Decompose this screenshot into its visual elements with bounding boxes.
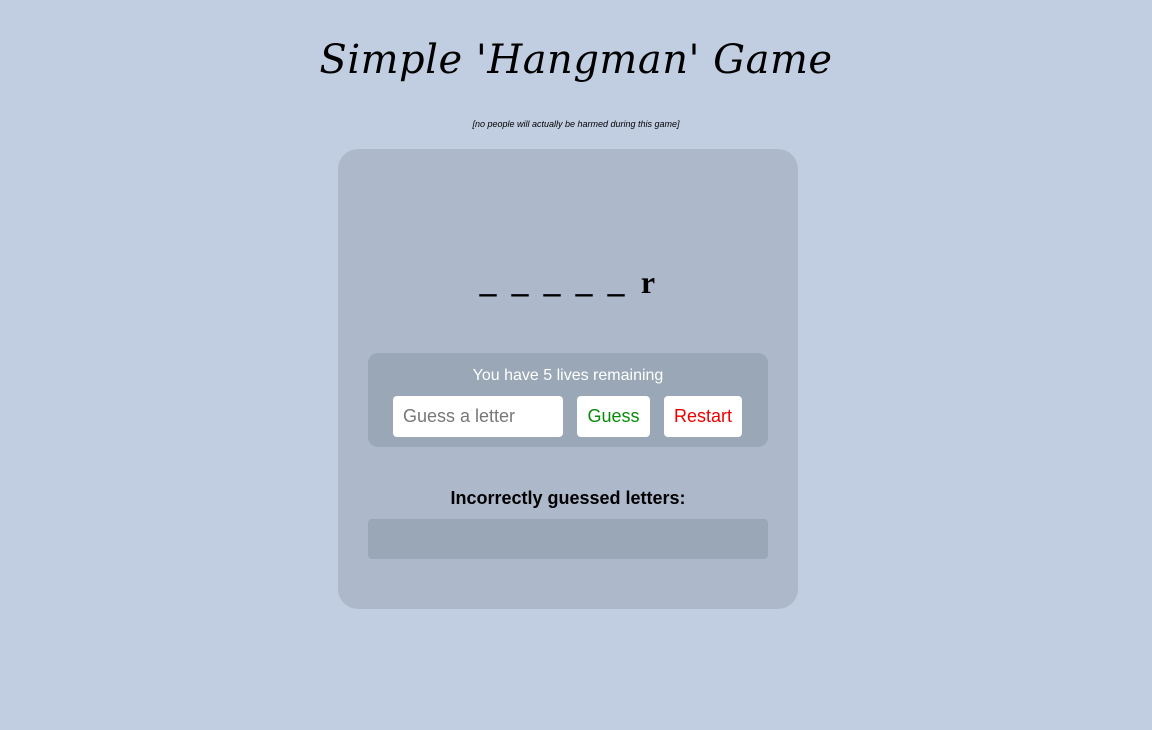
page-title: Simple 'Hangman' Game xyxy=(319,37,833,83)
restart-button[interactable]: Restart xyxy=(664,396,742,437)
game-page: { "header": { "title": "Simple 'Hangman'… xyxy=(0,0,1152,730)
guess-letter-input[interactable] xyxy=(393,396,563,437)
incorrect-letters-label: Incorrectly guessed letters: xyxy=(450,488,686,508)
guess-button[interactable]: Guess xyxy=(577,396,650,437)
incorrect-letters-box xyxy=(368,519,768,559)
letter-slot: r xyxy=(640,264,656,300)
letter-slot: _ xyxy=(543,263,561,300)
control-panel: You have 5 lives remaining Guess Restart xyxy=(368,353,768,447)
page-subtitle: [no people will actually be harmed durin… xyxy=(472,119,680,129)
word-display: _ _ _ _ _ r xyxy=(338,242,798,302)
letter-slot: _ xyxy=(511,263,529,300)
letter-slot: _ xyxy=(479,263,497,300)
letter-slot: _ xyxy=(575,263,593,300)
lives-remaining-text: You have 5 lives remaining xyxy=(472,367,664,384)
game-card: _ _ _ _ _ r You have 5 lives remaining G… xyxy=(338,149,798,609)
letter-slot: _ xyxy=(607,263,625,300)
